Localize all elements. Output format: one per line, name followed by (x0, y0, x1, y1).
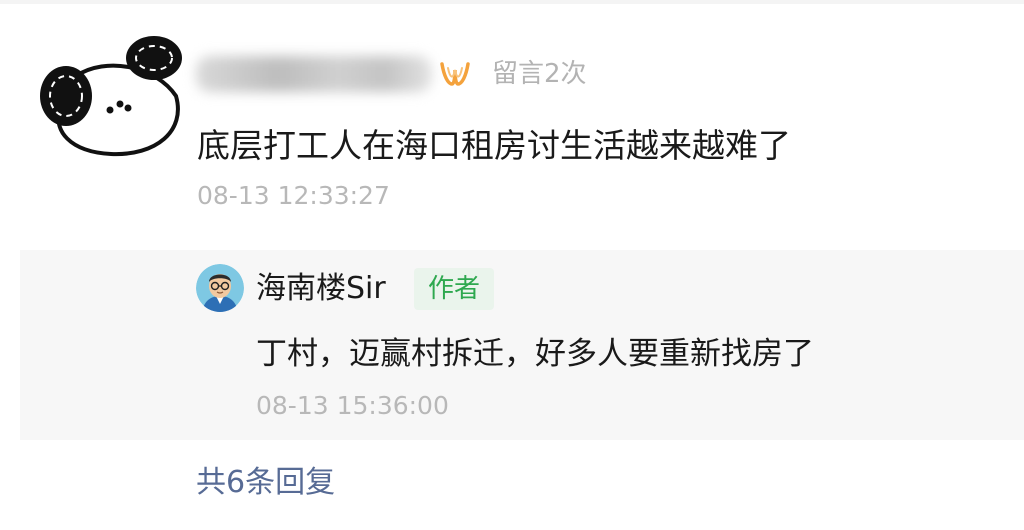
author-badge: 作者 (414, 268, 495, 310)
orange-w-badge-icon (438, 58, 472, 90)
reply-author-name[interactable]: 海南楼Sir (256, 268, 386, 310)
comment-timestamp: 08-13 12:33:27 (197, 181, 390, 210)
comment-item: 留言2次 底层打工人在海口租房讨生活越来越难了 08-13 12:33:27 (0, 0, 1024, 240)
reply-timestamp: 08-13 15:36:00 (256, 391, 449, 420)
panda-doodle-icon[interactable] (36, 36, 186, 166)
comment-text: 底层打工人在海口租房讨生活越来越难了 (197, 126, 791, 165)
cartoon-man-avatar-icon[interactable] (196, 264, 244, 312)
visit-count: 留言2次 (492, 59, 587, 89)
username-blurred[interactable] (196, 56, 432, 92)
reply-text: 丁村，迈赢村拆迁，好多人要重新找房了 (256, 336, 814, 372)
view-all-replies-link[interactable]: 共6条回复 (196, 462, 335, 504)
author-reply: 海南楼Sir 作者 丁村，迈赢村拆迁，好多人要重新找房了 08-13 15:36… (20, 250, 1024, 440)
